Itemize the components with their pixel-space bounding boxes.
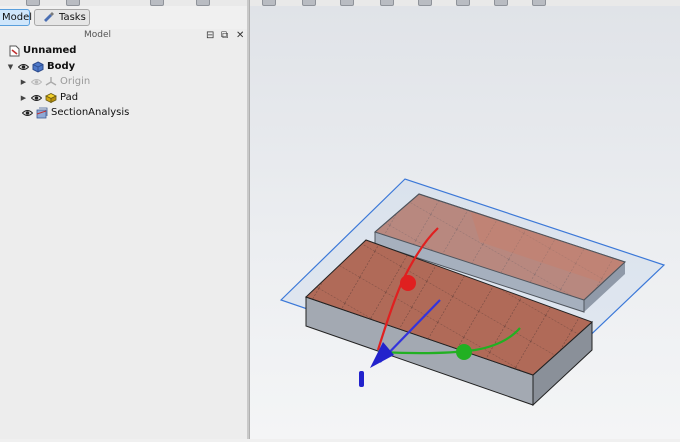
x-axis-knob[interactable] (400, 275, 416, 291)
tree-item-section-analysis[interactable]: SectionAnalysis (21, 105, 129, 120)
tree-item-label: Unnamed (23, 45, 77, 56)
origin-icon (45, 76, 57, 88)
tab-model[interactable]: Model (0, 9, 33, 26)
y-axis-knob[interactable] (456, 344, 472, 360)
panel-title: Model (83, 30, 112, 40)
tree-item-label: Origin (60, 76, 91, 87)
toolbar-tool-icon[interactable] (150, 0, 164, 6)
3d-scene[interactable] (250, 6, 680, 439)
pad-icon (45, 92, 57, 104)
toolbar-tool-icon[interactable] (66, 0, 80, 6)
3d-viewport[interactable] (250, 6, 680, 439)
tab-tasks-label: Tasks (59, 12, 86, 23)
document-icon (8, 45, 20, 57)
tree-item-origin[interactable]: ▶ Origin (19, 74, 90, 89)
tree-item-unnamed[interactable]: Unnamed (6, 43, 76, 58)
toolbar-tool-icon[interactable] (196, 0, 210, 6)
float-panel-button[interactable]: ⊟ (206, 30, 214, 41)
close-panel-button[interactable]: ✕ (236, 30, 244, 41)
z-axis-marker[interactable] (359, 371, 364, 387)
tasks-icon (42, 10, 54, 25)
tree-item-pad[interactable]: ▶ Pad (19, 90, 78, 105)
dock-panel-button[interactable]: ⧉ (221, 30, 228, 41)
hidden-eye-icon[interactable] (30, 77, 43, 87)
expand-arrow-icon[interactable]: ▶ (19, 94, 28, 102)
combo-view-tabs: Model Tasks (0, 7, 248, 29)
tab-tasks[interactable]: Tasks (34, 9, 90, 26)
collapse-arrow-icon[interactable]: ▼ (6, 63, 15, 71)
body-icon (32, 60, 44, 73)
model-panel: Model ⊟ ⧉ ✕ Unnamed ▼ Body ▶ Origin ▶ Pa… (0, 29, 247, 439)
toolbar-tool-icon[interactable] (26, 0, 40, 6)
section-analysis-icon (36, 107, 48, 119)
panel-header: Model ⊟ ⧉ ✕ (0, 29, 247, 44)
expand-arrow-icon[interactable]: ▶ (19, 78, 28, 86)
tree-item-label: Body (47, 61, 76, 72)
tab-model-label: Model (2, 12, 33, 23)
tree-item-label: SectionAnalysis (51, 107, 130, 118)
tree-item-label: Pad (60, 92, 79, 103)
visibility-eye-icon[interactable] (21, 108, 34, 118)
visibility-eye-icon[interactable] (17, 62, 30, 72)
tree-item-body[interactable]: ▼ Body (6, 59, 75, 74)
visibility-eye-icon[interactable] (30, 93, 43, 103)
